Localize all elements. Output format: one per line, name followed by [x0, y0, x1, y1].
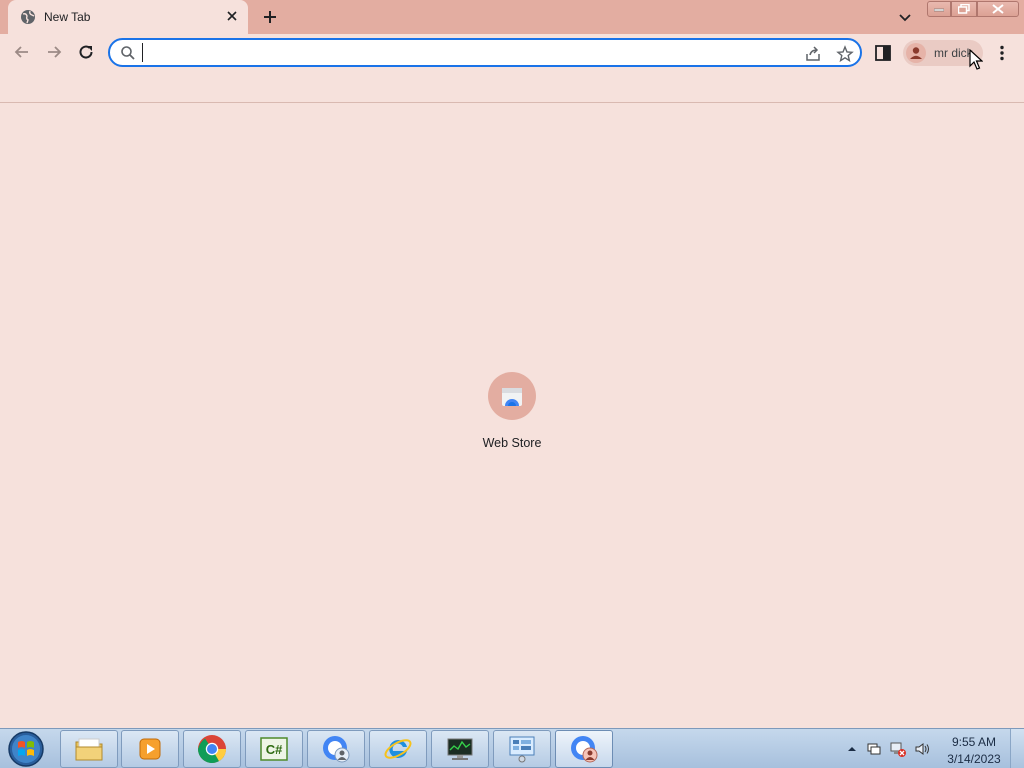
clock-date[interactable]: 3/14/2023: [940, 752, 1008, 766]
profile-name: mr dick: [934, 46, 973, 60]
show-desktop-button[interactable]: [1010, 729, 1024, 768]
taskbar-chrome-profile[interactable]: [307, 730, 365, 768]
taskbar-internet-explorer[interactable]: [369, 730, 427, 768]
side-panel-icon[interactable]: [874, 44, 892, 62]
avatar-icon: [906, 43, 926, 63]
reload-icon[interactable]: [76, 42, 96, 62]
taskbar-task-manager[interactable]: [431, 730, 489, 768]
taskbar-file-explorer[interactable]: [60, 730, 118, 768]
taskbar-chrome-profile-active[interactable]: [555, 730, 613, 768]
omnibox-input[interactable]: [142, 43, 782, 62]
chrome-profile-icon: [323, 736, 350, 763]
chrome-profile-icon: [571, 736, 598, 763]
tab-new-tab[interactable]: New Tab: [8, 0, 248, 34]
taskbar-control-panel[interactable]: [493, 730, 551, 768]
web-store-icon: [488, 372, 536, 420]
action-center-flag-icon[interactable]: [866, 741, 882, 757]
start-button[interactable]: [5, 730, 47, 768]
media-player-icon: [139, 738, 161, 760]
show-hidden-icons-icon[interactable]: [844, 741, 860, 757]
new-tab-icon[interactable]: [259, 6, 281, 28]
csharp-icon: C#: [260, 737, 288, 761]
bookmark-divider: [0, 102, 1024, 103]
globe-icon: [20, 9, 36, 25]
network-error-icon[interactable]: [890, 741, 906, 757]
control-panel-icon: [509, 736, 535, 763]
chrome-icon: [198, 735, 226, 763]
close-tab-icon[interactable]: [224, 8, 240, 24]
address-bar[interactable]: [108, 38, 862, 67]
back-arrow-icon[interactable]: [12, 42, 32, 62]
clock-time[interactable]: 9:55 AM: [940, 735, 1008, 749]
ie-icon: [384, 739, 412, 759]
more-menu-icon[interactable]: [993, 44, 1011, 62]
search-icon: [120, 45, 136, 61]
share-icon[interactable]: [804, 45, 822, 63]
minimize-button[interactable]: [927, 1, 951, 17]
mouse-cursor-icon: [969, 48, 984, 71]
monitor-icon: [447, 738, 473, 760]
volume-icon[interactable]: [914, 741, 930, 757]
taskbar-media-player[interactable]: [121, 730, 179, 768]
toolbar: [0, 34, 1024, 70]
taskbar-csharp-ide[interactable]: C#: [245, 730, 303, 768]
close-window-button[interactable]: [977, 1, 1019, 17]
bookmark-star-icon[interactable]: [836, 45, 854, 63]
forward-arrow-icon[interactable]: [44, 42, 64, 62]
tab-strip: New Tab: [0, 0, 1024, 34]
svg-text:C#: C#: [266, 742, 283, 757]
chevron-down-icon[interactable]: [896, 8, 914, 26]
tab-title: New Tab: [44, 10, 91, 24]
taskbar: C# 9:55 AM 3/14/2023: [0, 728, 1024, 768]
taskbar-chrome[interactable]: [183, 730, 241, 768]
restore-button[interactable]: [951, 1, 977, 17]
shortcut-label: Web Store: [482, 436, 542, 450]
shortcut-web-store[interactable]: Web Store: [472, 368, 552, 458]
folder-icon: [75, 738, 103, 761]
